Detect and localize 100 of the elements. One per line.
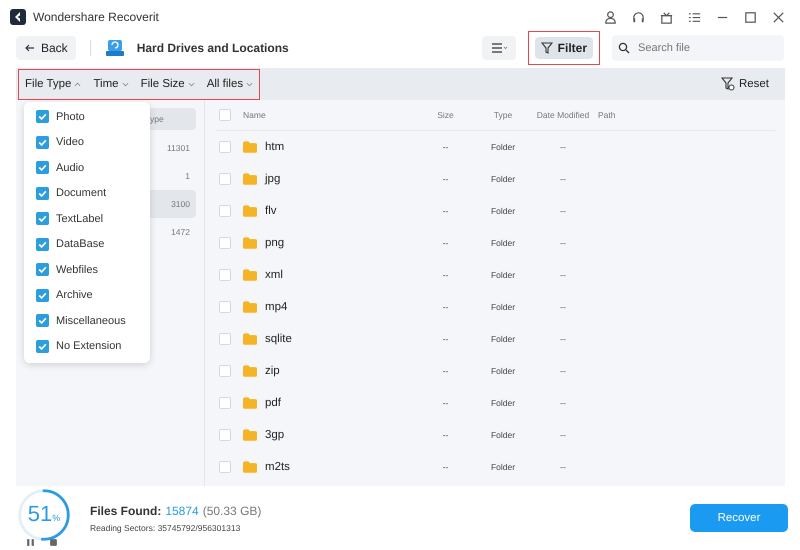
- column-header[interactable]: Size: [413, 110, 478, 120]
- file-name: mp4: [265, 301, 288, 313]
- file-type-label[interactable]: DataBase: [56, 238, 104, 250]
- row-checkbox[interactable]: [219, 461, 231, 473]
- file-name: zip: [265, 365, 280, 377]
- file-name: htm: [265, 141, 284, 153]
- filter-dropdown[interactable]: File Type: [25, 78, 82, 90]
- row-checkbox[interactable]: [219, 269, 231, 281]
- back-arrow-icon: [24, 42, 36, 54]
- reset-button[interactable]: Reset: [714, 76, 775, 92]
- folder-icon: [243, 205, 257, 217]
- close-icon[interactable]: [771, 10, 786, 24]
- checkbox[interactable]: [36, 288, 49, 302]
- checkbox[interactable]: [36, 212, 49, 226]
- table-cell-text: --: [559, 462, 567, 472]
- row-checkbox[interactable]: [219, 333, 231, 345]
- row-checkbox[interactable]: [219, 429, 231, 441]
- view-menu-button[interactable]: [482, 36, 516, 60]
- file-name: flv: [265, 205, 276, 217]
- table-cell-text: --: [559, 334, 567, 344]
- file-type-label[interactable]: Webfiles: [56, 264, 98, 276]
- folder-icon: [243, 461, 257, 473]
- column-header[interactable]: Path: [598, 110, 638, 120]
- files-found-label: Files Found:: [90, 504, 162, 518]
- back-button[interactable]: Back: [16, 36, 76, 60]
- progress-value: 51: [28, 501, 52, 527]
- search-input[interactable]: Search file: [636, 41, 770, 55]
- table-cell-text: Folder: [490, 430, 516, 440]
- table-cell-text: --: [442, 270, 450, 280]
- table-cell-text: --: [559, 366, 567, 376]
- hard-drive-icon: [104, 39, 125, 57]
- headset-icon[interactable]: [631, 10, 646, 24]
- row-checkbox[interactable]: [219, 173, 231, 185]
- row-checkbox[interactable]: [219, 301, 231, 313]
- row-checkbox[interactable]: [219, 141, 231, 153]
- user-icon[interactable]: [603, 10, 618, 24]
- table-cell-text: --: [442, 174, 450, 184]
- row-checkbox[interactable]: [219, 205, 231, 217]
- file-type-item[interactable]: 1472: [146, 218, 196, 246]
- file-type-label[interactable]: Miscellaneous: [56, 314, 126, 327]
- table-cell-text: --: [442, 430, 450, 440]
- file-type-label[interactable]: Document: [56, 187, 106, 200]
- column-header[interactable]: Name: [243, 110, 413, 120]
- column-header[interactable]: Date Modified: [528, 110, 598, 120]
- file-type-label[interactable]: Photo: [56, 110, 85, 123]
- maximize-icon[interactable]: [743, 10, 758, 24]
- checkbox[interactable]: [36, 186, 49, 200]
- file-type-label[interactable]: Video: [56, 136, 84, 148]
- caret-icon: [74, 82, 82, 86]
- column-header[interactable]: Type: [478, 110, 528, 120]
- table-cell-text: Folder: [490, 174, 516, 184]
- filter-dropdown[interactable]: Time: [93, 78, 129, 90]
- window-title: Wondershare Recoverit: [33, 10, 159, 24]
- search-icon: [618, 42, 630, 54]
- table-cell-text: --: [559, 398, 567, 408]
- folder-icon: [243, 333, 257, 345]
- file-name: png: [265, 237, 284, 249]
- filter-icon: [540, 42, 553, 54]
- file-type-label[interactable]: Archive: [56, 289, 93, 302]
- file-name: xml: [265, 269, 283, 281]
- file-type-item[interactable]: 11301: [146, 134, 196, 162]
- app-logo-icon: [10, 9, 26, 25]
- file-type-label[interactable]: TextLabel: [56, 212, 104, 225]
- stop-icon[interactable]: [49, 538, 58, 547]
- progress-unit: %: [52, 513, 60, 523]
- checkbox[interactable]: [36, 161, 49, 174]
- row-checkbox[interactable]: [219, 237, 231, 249]
- table-cell-text: --: [442, 462, 450, 472]
- table-cell-text: Folder: [490, 462, 516, 472]
- checkbox[interactable]: [36, 238, 49, 251]
- file-type-label[interactable]: No Extension: [56, 340, 122, 352]
- select-all-checkbox[interactable]: [219, 109, 231, 121]
- caret-icon: [188, 82, 195, 86]
- table-cell-text: Folder: [490, 142, 516, 152]
- folder-icon: [243, 365, 257, 377]
- table-cell-text: --: [442, 366, 450, 376]
- files-found-count: 15874: [165, 504, 199, 518]
- search-field[interactable]: Search file: [612, 35, 784, 61]
- table-cell-text: --: [442, 334, 450, 344]
- checkbox[interactable]: [36, 110, 49, 124]
- filter-dropdown[interactable]: File Size: [140, 78, 195, 90]
- row-checkbox[interactable]: [219, 365, 231, 377]
- table-cell-text: Folder: [490, 270, 516, 280]
- location-title: Hard Drives and Locations: [136, 41, 289, 55]
- table-cell-text: --: [442, 206, 450, 216]
- checkbox[interactable]: [36, 314, 49, 328]
- row-checkbox[interactable]: [219, 397, 231, 409]
- table-cell-text: --: [442, 398, 450, 408]
- checkbox[interactable]: [36, 340, 49, 353]
- filter-dropdown[interactable]: All files: [206, 78, 254, 90]
- checkbox[interactable]: [36, 136, 49, 149]
- pause-icon[interactable]: [26, 538, 35, 547]
- table-cell-text: Folder: [490, 366, 516, 376]
- checkbox[interactable]: [36, 263, 49, 276]
- filter-button[interactable]: Filter: [534, 37, 593, 59]
- file-type-item[interactable]: 1: [146, 162, 196, 190]
- table-cell-text: --: [559, 430, 567, 440]
- caret-icon: [246, 82, 254, 86]
- file-type-label[interactable]: Audio: [56, 162, 84, 174]
- file-name: jpg: [265, 173, 280, 185]
